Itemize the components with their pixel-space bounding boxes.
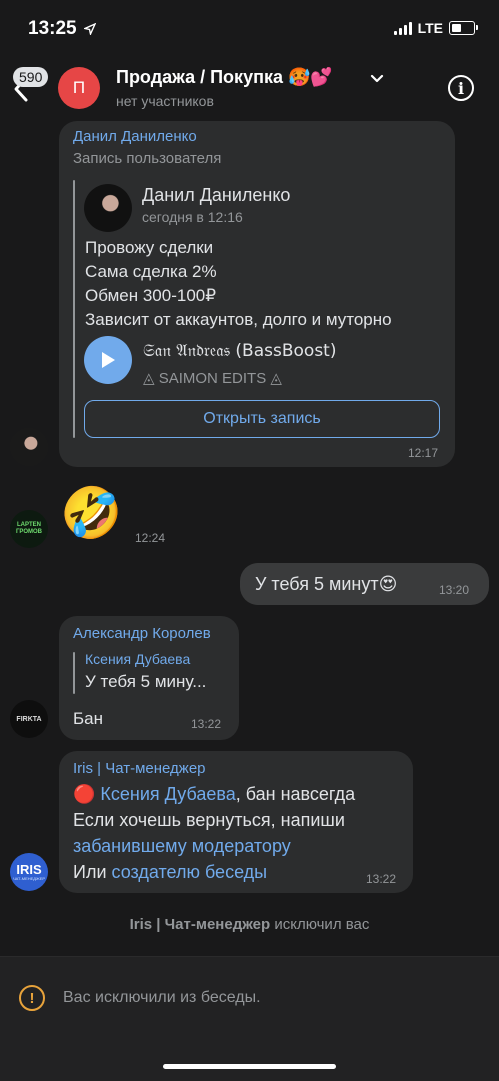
post-line-2: Сама сделка 2%: [85, 262, 217, 281]
message-time: 12:24: [135, 531, 166, 545]
chat-subtitle: нет участников: [116, 93, 214, 109]
avatar-label: FIRKTA: [16, 715, 42, 723]
iris-line-1: 🔴 Ксения Дубаева, бан навсегда: [73, 782, 355, 806]
avatar-sublabel: ЧАТ-МЕНЕДЖЕР: [12, 876, 46, 881]
status-time: 13:25: [28, 18, 77, 39]
unread-count-badge: 590: [13, 67, 49, 87]
message-time: 13:22: [191, 717, 222, 731]
sender-avatar[interactable]: IRIS ЧАТ-МЕНЕДЖЕР: [10, 853, 48, 891]
footer-bar: [0, 956, 499, 1081]
avatar-label: IRIS: [16, 862, 42, 877]
chat-creator-link[interactable]: создателю беседы: [112, 862, 268, 882]
quote-bar: [73, 180, 75, 438]
play-button[interactable]: [84, 336, 132, 384]
iris-line-4-prefix: Или: [73, 862, 112, 882]
kicked-notice: Вас исключили из беседы.: [63, 989, 261, 1006]
post-line-1: Провожу сделки: [85, 238, 214, 257]
location-arrow-icon: [82, 22, 97, 40]
reply-text[interactable]: У тебя 5 мину...: [85, 670, 206, 694]
user-mention-link[interactable]: Ксения Дубаева: [100, 784, 235, 804]
message-text: У тебя 5 минут😍: [255, 574, 398, 594]
post-line-4: Зависит от аккаунтов, долго и муторно: [85, 310, 392, 329]
sender-avatar[interactable]: FIRKTA: [10, 700, 48, 738]
message-text: Бан: [73, 709, 103, 728]
sender-avatar[interactable]: [10, 428, 48, 466]
chat-title[interactable]: Продажа / Покупка 🥵💕: [116, 67, 333, 88]
emoji-message: 🤣: [60, 485, 123, 541]
message-time: 13:22: [366, 872, 397, 886]
system-actor[interactable]: Iris | Чат-менеджер: [130, 916, 271, 933]
chevron-down-icon[interactable]: [370, 72, 384, 91]
info-icon[interactable]: i: [448, 75, 474, 101]
reply-bar: [73, 652, 75, 694]
message-sender[interactable]: Данил Даниленко: [73, 128, 197, 145]
chat-avatar[interactable]: П: [58, 67, 100, 109]
iris-line-1-suffix: , бан навсегда: [235, 784, 356, 804]
audio-title: 𝔖𝔞𝔫 𝔄𝔫𝔡𝔯𝔢𝔞𝔰 (BassBoost): [143, 341, 337, 361]
home-indicator[interactable]: [163, 1064, 336, 1069]
warning-icon: !: [19, 985, 45, 1011]
post-date: сегодня в 12:16: [142, 209, 243, 225]
signal-icon: [393, 21, 412, 35]
open-post-button[interactable]: Открыть запись: [84, 400, 440, 438]
avatar-label: LAPTEN ГРОМОВ: [16, 522, 42, 535]
red-circle-icon: 🔴: [73, 784, 101, 804]
system-action: исключил вас: [270, 916, 370, 933]
message-time: 13:20: [439, 583, 470, 597]
carrier-label: LTE: [417, 20, 443, 36]
post-label: Запись пользователя: [73, 150, 222, 167]
message-time: 12:17: [408, 446, 439, 460]
sender-avatar[interactable]: LAPTEN ГРОМОВ: [10, 510, 48, 548]
post-author[interactable]: Данил Даниленко: [142, 185, 290, 206]
post-author-avatar[interactable]: [84, 184, 132, 232]
moderator-link[interactable]: забанившему модератору: [73, 834, 291, 858]
battery-icon: [449, 21, 478, 35]
iris-line-4: Или создателю беседы: [73, 860, 267, 884]
iris-line-2: Если хочешь вернуться, напиши: [73, 810, 345, 830]
post-line-3: Обмен 300-100₽: [85, 286, 217, 305]
audio-artist[interactable]: ◬ SAIMON EDITS ◬: [143, 369, 282, 387]
play-icon: [102, 352, 115, 368]
system-message: Iris | Чат-менеджер исключил вас: [0, 916, 499, 933]
message-sender[interactable]: Александр Королев: [73, 625, 211, 642]
reply-author[interactable]: Ксения Дубаева: [85, 651, 190, 667]
status-indicators: LTE: [393, 20, 478, 36]
message-sender[interactable]: Iris | Чат-менеджер: [73, 760, 206, 777]
